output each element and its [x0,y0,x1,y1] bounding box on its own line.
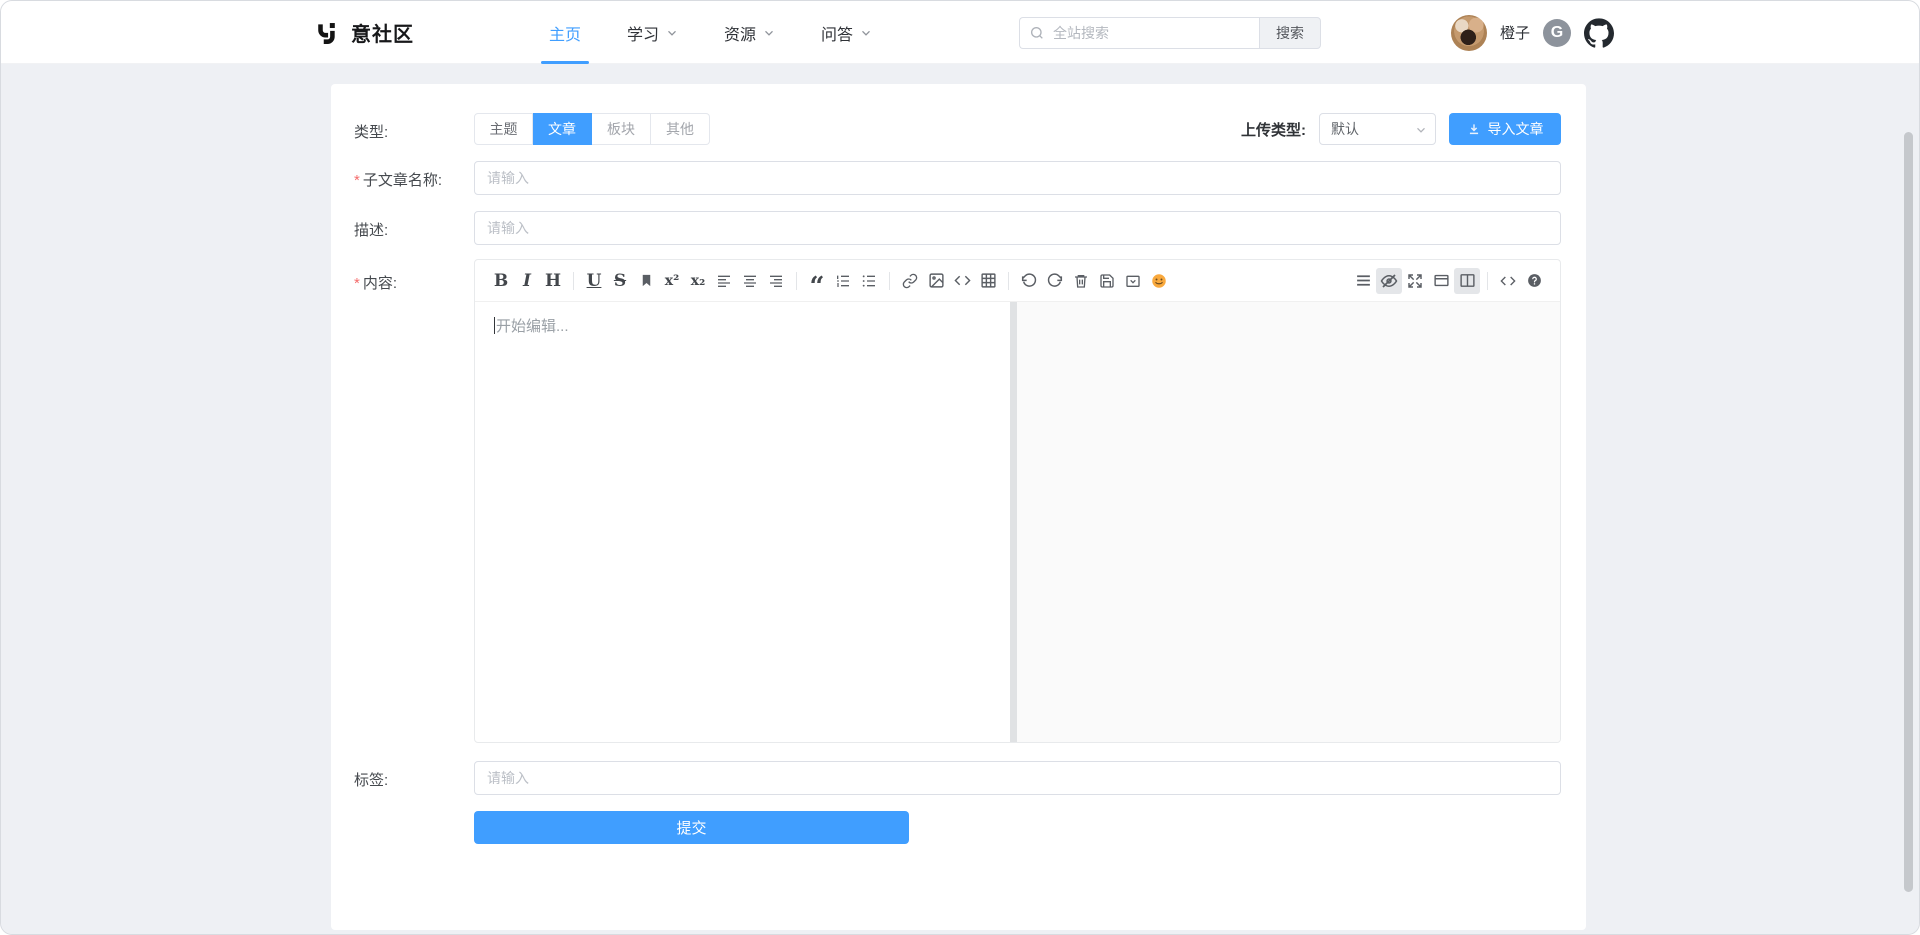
source-code-icon[interactable] [1495,268,1521,294]
import-article-button[interactable]: 导入文章 [1449,113,1561,145]
chevron-down-icon [1415,124,1427,136]
window-view-icon[interactable] [1428,268,1454,294]
description-row: 描述: [354,211,1561,245]
required-mark: * [354,275,360,292]
site-header: 意社区 主页 学习 资源 问答 [1,1,1919,64]
link-icon[interactable] [897,268,923,294]
type-option-board[interactable]: 板块 [592,113,651,145]
italic-icon[interactable]: I [514,268,540,294]
article-name-label: *子文章名称: [354,161,474,190]
blockquote-icon[interactable]: “ [804,268,830,294]
browser-window: 意社区 主页 学习 资源 问答 [0,0,1920,935]
align-center-icon[interactable] [737,268,763,294]
article-name-row: *子文章名称: [354,161,1561,195]
undo-icon[interactable] [1016,268,1042,294]
strikethrough-icon[interactable]: S [607,268,633,294]
type-option-other[interactable]: 其他 [651,113,710,145]
github-icon[interactable] [1584,18,1614,48]
help-icon[interactable] [1521,268,1547,294]
content-row: *内容: B I H U S x² x₂ [354,259,1561,743]
required-mark: * [354,172,360,189]
redo-icon[interactable] [1042,268,1068,294]
tags-row: 标签: [354,761,1561,795]
editor-placeholder: 开始编辑... [496,318,569,335]
text-cursor [494,317,495,334]
upload-type-select[interactable]: 默认 [1319,113,1436,145]
content-label: *内容: [354,259,474,293]
trash-icon[interactable] [1068,268,1094,294]
brand[interactable]: 意社区 [314,1,414,64]
editor-input-pane[interactable]: 开始编辑... [475,302,1010,742]
vertical-scrollbar-thumb[interactable] [1904,132,1913,892]
draft-box-icon[interactable] [1120,268,1146,294]
toolbar-divider [889,272,890,290]
fullscreen-icon[interactable] [1402,268,1428,294]
pane-resize-handle[interactable] [1010,302,1017,742]
underline-icon[interactable]: U [581,268,607,294]
preview-toggle-icon[interactable] [1376,268,1402,294]
image-icon[interactable] [923,268,949,294]
search-button[interactable]: 搜索 [1259,17,1321,49]
table-icon[interactable] [975,268,1001,294]
unordered-list-icon[interactable] [856,268,882,294]
search-icon [1029,25,1045,41]
align-right-icon[interactable] [763,268,789,294]
toolbar-divider [1008,272,1009,290]
chevron-down-icon [860,27,872,39]
align-left-icon[interactable] [711,268,737,294]
subscript-icon[interactable]: x₂ [685,268,711,294]
editor-preview-pane [1017,302,1560,742]
search-input[interactable] [1019,17,1259,49]
superscript-icon[interactable]: x² [659,268,685,294]
tags-label: 标签: [354,761,474,790]
form-card: 类型: 主题 文章 板块 其他 上传类型: 默认 [331,84,1586,930]
chevron-down-icon [666,27,678,39]
bookmark-icon[interactable] [633,268,659,294]
article-name-input[interactable] [474,161,1561,195]
type-option-topic[interactable]: 主题 [474,113,533,145]
save-icon[interactable] [1094,268,1120,294]
username[interactable]: 橙子 [1500,22,1530,43]
toolbar-divider [796,272,797,290]
site-search: 搜索 [1019,17,1321,49]
type-label: 类型: [354,113,474,142]
heading-icon[interactable]: H [540,268,566,294]
nav-item-resources[interactable]: 资源 [724,1,775,64]
toolbar-divider [1487,272,1488,290]
nav-item-home[interactable]: 主页 [549,1,581,64]
user-area: 橙子 G [1451,1,1614,64]
emoji-icon[interactable] [1146,268,1172,294]
bold-icon[interactable]: B [488,268,514,294]
gitee-icon[interactable]: G [1543,19,1571,47]
type-segmented-control: 主题 文章 板块 其他 [474,113,710,145]
menu-icon[interactable] [1350,268,1376,294]
submit-button[interactable]: 提交 [474,811,909,844]
toolbar-divider [573,272,574,290]
download-icon [1467,122,1481,136]
ordered-list-icon[interactable] [830,268,856,294]
submit-row: 提交 [354,811,1561,844]
site-logo-icon [314,20,340,46]
editor-body: 开始编辑... [475,302,1560,742]
tags-input[interactable] [474,761,1561,795]
main-nav: 主页 学习 资源 问答 [549,1,872,64]
type-option-article[interactable]: 文章 [533,113,592,145]
nav-item-learn[interactable]: 学习 [627,1,678,64]
code-icon[interactable] [949,268,975,294]
avatar[interactable] [1451,15,1487,51]
upload-type-label: 上传类型: [1241,119,1306,140]
site-title: 意社区 [351,18,414,47]
description-label: 描述: [354,211,474,240]
page-background: 类型: 主题 文章 板块 其他 上传类型: 默认 [1,64,1919,934]
markdown-editor: B I H U S x² x₂ [474,259,1561,743]
split-view-icon[interactable] [1454,268,1480,294]
description-input[interactable] [474,211,1561,245]
editor-toolbar: B I H U S x² x₂ [475,260,1560,302]
chevron-down-icon [763,27,775,39]
type-row: 类型: 主题 文章 板块 其他 上传类型: 默认 [354,113,1561,145]
nav-item-qa[interactable]: 问答 [821,1,872,64]
upload-group: 上传类型: 默认 导入文章 [1241,113,1561,145]
